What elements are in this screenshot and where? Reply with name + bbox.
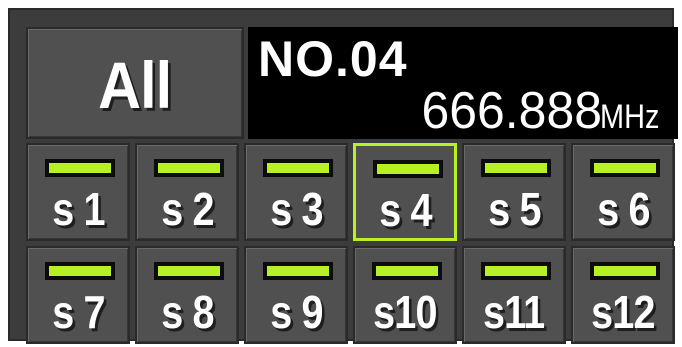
slot-label: s 7: [28, 284, 128, 340]
status-led-indicator: [481, 159, 551, 177]
slot-label: s 9: [246, 284, 346, 340]
slot-label: s 6: [573, 181, 673, 237]
status-led-indicator: [372, 262, 442, 280]
led-fill: [485, 163, 547, 173]
slot-label: s 5: [464, 181, 564, 237]
led-fill: [158, 266, 220, 276]
slot-label-text: s 8: [160, 286, 214, 338]
frequency-unit: MHz: [600, 98, 660, 136]
slot-label-text: s 7: [51, 286, 105, 338]
slot-label-text: s 2: [160, 183, 214, 235]
led-fill: [376, 266, 438, 276]
receiver-panel: All NO.04 666.888MHz s 1s 2s 3s 4s 5s 6s…: [8, 8, 678, 344]
slot-label: s 3: [246, 181, 346, 237]
slot-label: s 2: [137, 181, 237, 237]
slot-button-11[interactable]: s11: [462, 246, 566, 344]
frequency-readout: 666.888MHz: [414, 83, 670, 152]
led-fill: [267, 266, 329, 276]
slot-button-12[interactable]: s12: [571, 246, 675, 344]
slot-button-7[interactable]: s 7: [26, 246, 130, 344]
slot-label-text: s 6: [596, 183, 650, 235]
led-fill: [267, 163, 329, 173]
led-fill: [594, 163, 656, 173]
slot-label: s 8: [137, 284, 237, 340]
all-button[interactable]: All: [26, 27, 244, 139]
led-fill: [594, 266, 656, 276]
led-fill: [49, 163, 111, 173]
slot-label-text: s 1: [51, 183, 105, 235]
slot-button-10[interactable]: s10: [353, 246, 457, 344]
slot-label-text: s12: [591, 286, 655, 338]
led-fill: [377, 164, 439, 174]
led-fill: [158, 163, 220, 173]
slot-label-text: s 5: [487, 183, 541, 235]
slot-grid: s 1 s 2 s 3 s 4 s 5 s 6 s 7 s 8 s 9 s10 s11 s12: [26, 143, 678, 344]
status-led-indicator: [45, 262, 115, 280]
status-led-indicator: [45, 159, 115, 177]
channel-display: NO.04 666.888MHz: [248, 27, 678, 139]
slot-label-text: s10: [373, 286, 437, 338]
slot-label-text: s 9: [269, 286, 323, 338]
slot-label: s 4: [356, 182, 454, 238]
slot-button-8[interactable]: s 8: [135, 246, 239, 344]
led-fill: [485, 266, 547, 276]
slot-label-text: s 3: [269, 183, 323, 235]
channel-number: NO.04: [258, 31, 408, 87]
slot-button-1[interactable]: s 1: [26, 143, 130, 241]
slot-button-5[interactable]: s 5: [462, 143, 566, 241]
slot-label: s10: [355, 284, 455, 340]
slot-label: s 1: [28, 181, 128, 237]
slot-button-4[interactable]: s 4: [353, 143, 457, 241]
status-led-indicator: [263, 159, 333, 177]
slot-button-6[interactable]: s 6: [571, 143, 675, 241]
slot-label: s12: [573, 284, 673, 340]
status-led-indicator: [154, 159, 224, 177]
slot-label-text: s 4: [378, 184, 432, 236]
status-led-indicator: [590, 159, 660, 177]
slot-button-9[interactable]: s 9: [244, 246, 348, 344]
all-button-label: All: [98, 48, 172, 122]
frequency-value: 666.888: [421, 82, 603, 140]
slot-button-2[interactable]: s 2: [135, 143, 239, 241]
led-fill: [49, 266, 111, 276]
status-led-indicator: [590, 262, 660, 280]
status-led-indicator: [373, 160, 443, 178]
status-led-indicator: [481, 262, 551, 280]
slot-label-text: s11: [483, 286, 545, 338]
slot-label: s11: [464, 284, 564, 340]
status-led-indicator: [263, 262, 333, 280]
status-led-indicator: [154, 262, 224, 280]
slot-button-3[interactable]: s 3: [244, 143, 348, 241]
